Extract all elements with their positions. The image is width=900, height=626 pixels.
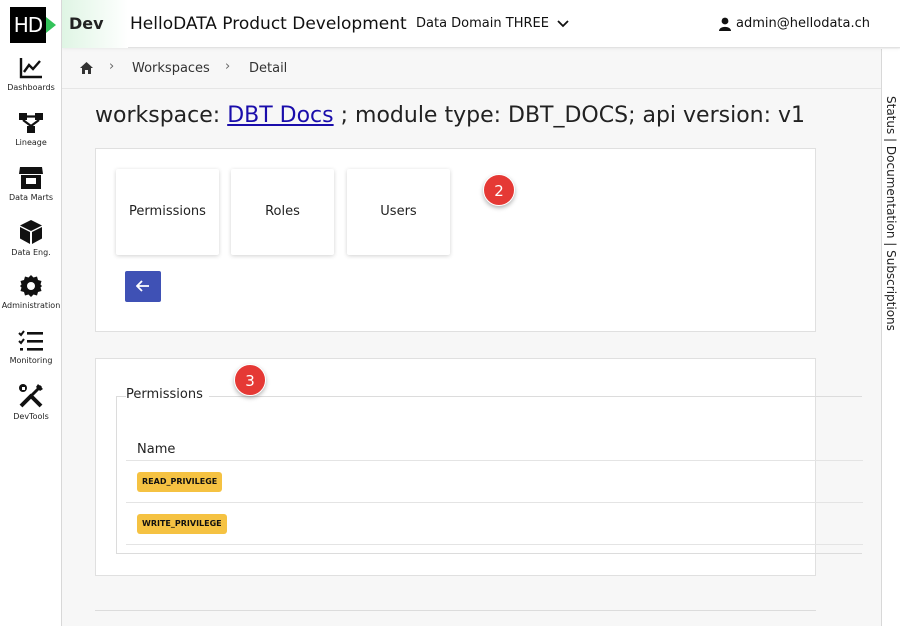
tile-users[interactable]: Users [347, 169, 450, 255]
sidebar-item-devtools[interactable]: DevTools [0, 383, 62, 421]
right-side-panel[interactable]: Status | Documentation | Subscriptions [881, 49, 900, 626]
tools-icon [19, 384, 43, 408]
title-suffix: ; module type: DBT_DOCS; api version: v1 [333, 103, 806, 128]
hellodata-logo[interactable]: HD [8, 7, 56, 43]
page-title: workspace: DBT Docs ; module type: DBT_D… [95, 103, 805, 128]
column-header-name: Name [137, 442, 176, 457]
arrow-left-icon [136, 280, 149, 292]
chevron-right-icon: › [225, 59, 231, 74]
domain-selector[interactable]: Data Domain THREE [416, 0, 569, 48]
annotation-marker: 3 [234, 364, 266, 396]
user-email: admin@hellodata.ch [736, 16, 870, 31]
section-divider [95, 610, 816, 611]
breadcrumb-detail: Detail [249, 61, 288, 76]
sidebar-item-label: Monitoring [9, 356, 53, 365]
cube-icon [20, 220, 42, 244]
permissions-legend: Permissions [126, 387, 209, 402]
sidebar-item-label: DevTools [13, 412, 49, 421]
tile-permissions[interactable]: Permissions [116, 169, 219, 255]
row-divider [126, 544, 863, 545]
checklist-icon [18, 330, 43, 351]
title-prefix: workspace: [95, 103, 228, 128]
lineage-icon [19, 113, 43, 133]
tile-roles[interactable]: Roles [231, 169, 334, 255]
row-divider [126, 460, 863, 461]
breadcrumb-workspaces[interactable]: Workspaces [132, 61, 210, 76]
app-title: HelloDATA Product Development [130, 14, 407, 34]
breadcrumb: › Workspaces › Detail [62, 49, 882, 89]
sidebar: HD Dashboards Lineage Data Marts Data En… [0, 0, 62, 626]
back-button[interactable] [125, 271, 161, 302]
permission-badge: WRITE_PRIVILEGE [137, 514, 227, 534]
sidebar-item-administration[interactable]: Administration [0, 274, 62, 310]
domain-label: Data Domain THREE [416, 16, 549, 31]
permissions-card: Name READ_PRIVILEGE WRITE_PRIVILEGE Perm… [95, 358, 863, 576]
navigation-card: Permissions Roles Users 2 [95, 148, 816, 332]
top-header: Dev HelloDATA Product Development Data D… [62, 0, 900, 48]
sidebar-item-label: Dashboards [7, 83, 55, 92]
logo-text: HD [10, 7, 46, 43]
logo-triangle [46, 17, 56, 33]
sidebar-item-label: Administration [1, 301, 61, 310]
sidebar-item-lineage[interactable]: Lineage [0, 111, 62, 147]
chevron-down-icon [557, 19, 569, 27]
sidebar-item-monitoring[interactable]: Monitoring [0, 329, 62, 365]
sidebar-item-label: Data Marts [8, 193, 54, 202]
side-panel-links[interactable]: Status | Documentation | Subscriptions [884, 96, 898, 331]
workspace-link[interactable]: DBT Docs [227, 103, 333, 128]
environment-badge: Dev [62, 0, 128, 48]
user-menu[interactable]: admin@hellodata.ch [719, 0, 870, 48]
sidebar-item-data-eng[interactable]: Data Eng. [0, 219, 62, 257]
gear-icon [20, 275, 42, 297]
store-icon [19, 167, 43, 189]
sidebar-item-label: Data Eng. [11, 248, 51, 257]
permission-badge: READ_PRIVILEGE [137, 472, 223, 492]
row-divider [126, 502, 863, 503]
annotation-marker: 2 [483, 174, 515, 206]
sidebar-item-label: Lineage [15, 138, 47, 147]
user-icon [719, 17, 732, 31]
permissions-fieldset: Name READ_PRIVILEGE WRITE_PRIVILEGE [116, 396, 863, 554]
sidebar-item-dashboards[interactable]: Dashboards [0, 56, 62, 92]
chart-line-icon [19, 58, 42, 79]
sidebar-item-data-marts[interactable]: Data Marts [0, 165, 62, 202]
home-icon[interactable] [79, 61, 94, 75]
chevron-right-icon: › [109, 59, 115, 74]
